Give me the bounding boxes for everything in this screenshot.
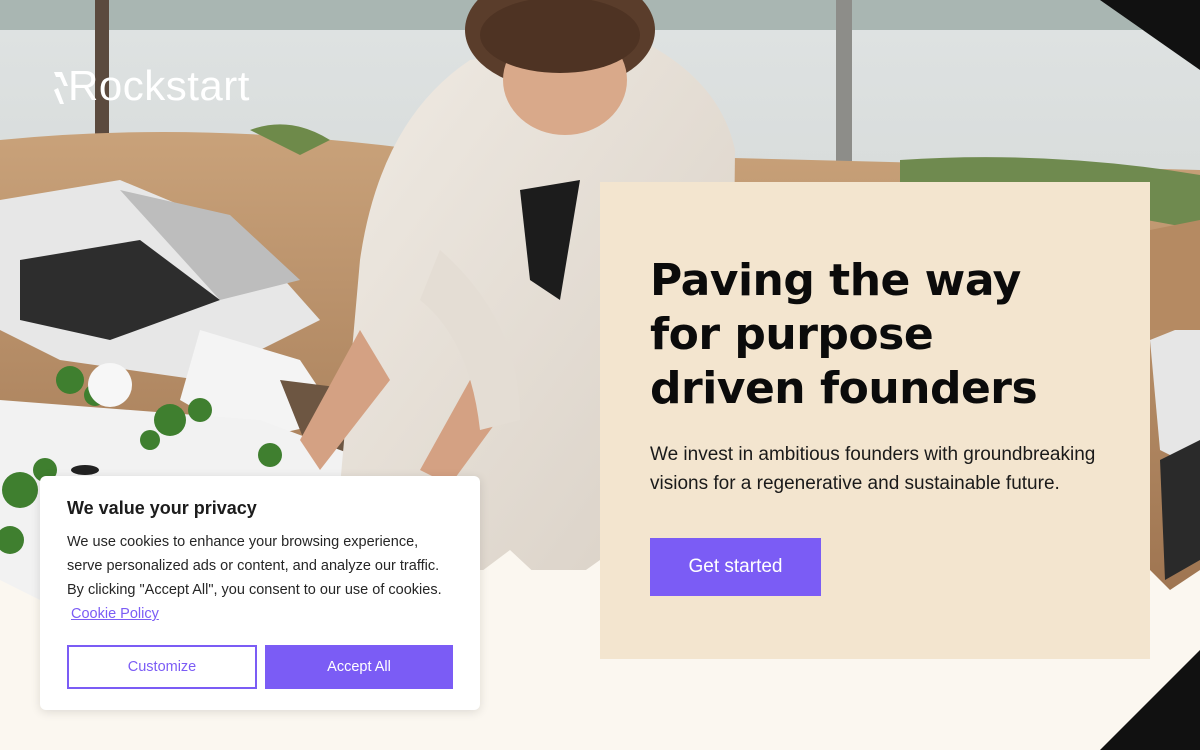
corner-decoration bbox=[1100, 0, 1200, 70]
hero-subheading: We invest in ambitious founders with gro… bbox=[650, 444, 1096, 494]
cookie-banner-text: We use cookies to enhance your browsing … bbox=[67, 534, 442, 598]
cookie-banner-description: We use cookies to enhance your browsing … bbox=[67, 530, 453, 626]
accept-all-button[interactable]: Accept All bbox=[265, 645, 453, 689]
corner-decoration bbox=[1100, 650, 1200, 750]
cookie-banner-title: We value your privacy bbox=[67, 498, 257, 518]
rockstart-logo[interactable]: Rockstart bbox=[52, 64, 264, 108]
cookie-banner-actions: Customize Accept All bbox=[67, 645, 453, 689]
customize-button[interactable]: Customize bbox=[67, 645, 257, 689]
hero-heading: Paving the way for purpose driven founde… bbox=[650, 255, 1038, 414]
cookie-policy-link[interactable]: Cookie Policy bbox=[71, 602, 159, 626]
hero-card: Paving the way for purpose driven founde… bbox=[600, 182, 1150, 659]
get-started-button[interactable]: Get started bbox=[650, 538, 821, 596]
logo-text: Rockstart bbox=[68, 62, 250, 109]
cookie-consent-banner: We value your privacy We use cookies to … bbox=[40, 476, 480, 710]
